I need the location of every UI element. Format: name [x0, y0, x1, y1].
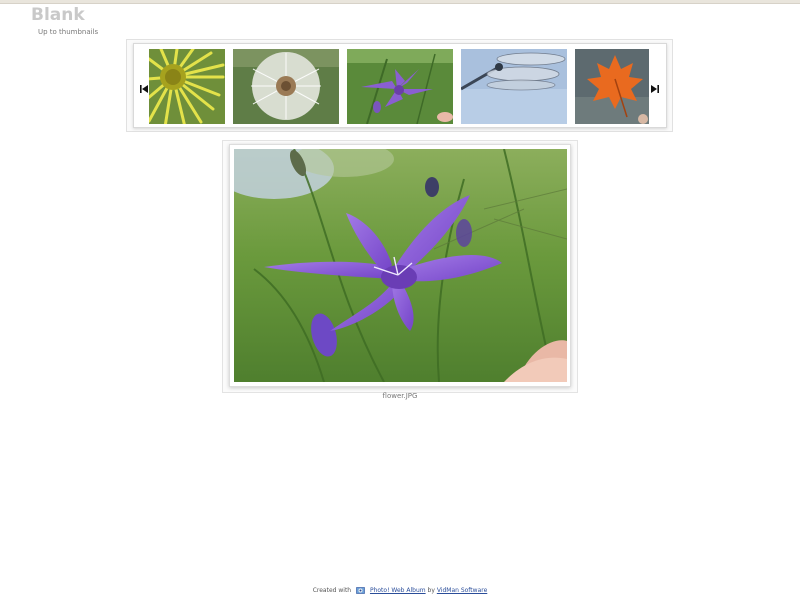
thumbnail-purple-bellflower[interactable]: [347, 49, 453, 124]
up-to-thumbnails-link[interactable]: Up to thumbnails: [38, 28, 98, 37]
footer-by: by: [427, 587, 435, 594]
footer: Created with Photo! Web Album by VidMan …: [0, 586, 800, 596]
thumbnail-orange-maple-leaf[interactable]: [575, 49, 649, 124]
main-photo-bellflower[interactable]: [234, 149, 567, 382]
skip-to-last-icon[interactable]: [650, 80, 660, 93]
photo-web-album-link[interactable]: Photo! Web Album: [370, 587, 426, 594]
thumbnail-dragonfly-wings[interactable]: [461, 49, 567, 124]
skip-to-first-icon[interactable]: [139, 80, 149, 93]
photo-caption: flower.JPG: [382, 392, 418, 400]
vidman-software-link[interactable]: VidMan Software: [437, 587, 487, 594]
photo-web-album-logo-icon: [356, 586, 366, 595]
browser-top-edge: [0, 0, 800, 4]
album-title: Blank: [31, 5, 85, 25]
thumbnail-dandelion-seedhead[interactable]: [233, 49, 339, 124]
thumbnail-yellow-daisy[interactable]: [149, 49, 225, 124]
footer-created-with: Created with: [312, 587, 352, 594]
